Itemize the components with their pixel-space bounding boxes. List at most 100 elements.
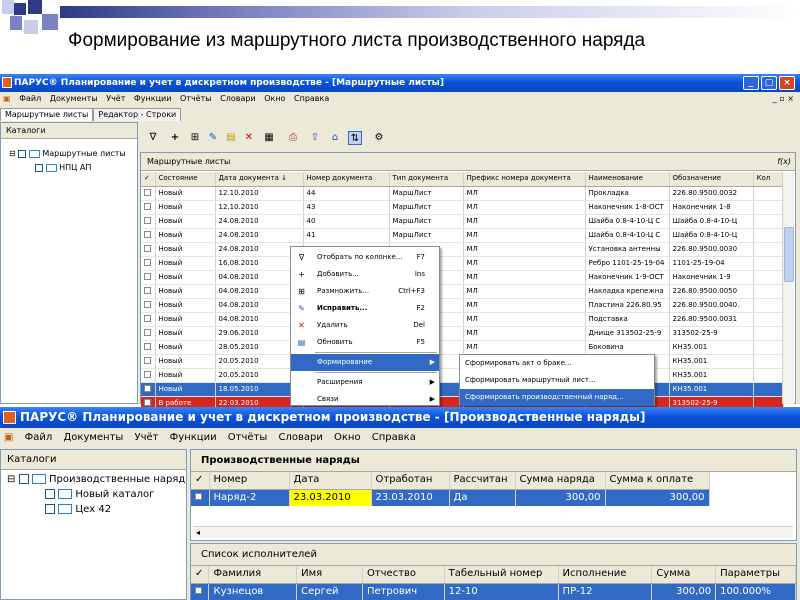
row-checkbox[interactable] (144, 231, 151, 238)
cell[interactable]: Новый (155, 354, 216, 369)
cell[interactable]: Наконечник 1-8 (669, 200, 754, 215)
doc-icon[interactable]: ▣ (0, 429, 17, 446)
row-checkbox-cell[interactable] (141, 326, 156, 341)
cell[interactable]: МаршЛист (389, 200, 464, 215)
column-header[interactable]: Исполнение (558, 566, 653, 584)
cell[interactable] (753, 354, 784, 369)
cell[interactable]: Шайба 0.8-4-10-Ц С (585, 214, 670, 229)
cell[interactable]: Новый (155, 186, 216, 201)
submenu-item[interactable]: Сформировать маршрутный лист... (460, 372, 654, 389)
column-header[interactable]: Номер (209, 472, 290, 490)
row-checkbox-cell[interactable] (141, 368, 156, 383)
table-row[interactable]: Наряд-2 23.03.2010 23.03.2010 Да 300,00 … (191, 489, 710, 506)
row-checkbox[interactable] (144, 287, 151, 294)
row-checkbox-cell[interactable] (141, 242, 156, 257)
cell[interactable]: МаршЛист (389, 228, 464, 243)
cell[interactable]: МЛ (463, 340, 586, 355)
column-header[interactable]: Тип документа (389, 172, 464, 187)
column-header[interactable]: Кол (753, 172, 784, 187)
cell[interactable]: 24.08.2010 (215, 214, 304, 229)
column-header[interactable]: Имя (296, 566, 363, 584)
row-checkbox-cell[interactable] (141, 256, 156, 271)
menu-file[interactable]: Файл (16, 92, 44, 106)
column-header[interactable]: Фамилия (208, 566, 298, 584)
cell[interactable]: Да (449, 489, 516, 506)
row-checkbox-cell[interactable] (141, 200, 156, 215)
cell[interactable]: Пластина 226.80.95 (585, 298, 670, 313)
cell[interactable]: Ребро 1101-25-19-04 (585, 256, 670, 271)
minimize-button[interactable]: _ (743, 76, 759, 90)
context-menu-item[interactable]: Формирование ▶ (291, 354, 439, 371)
check-column-header[interactable]: ✓ (141, 172, 156, 187)
cell[interactable]: Кузнецов (208, 583, 298, 600)
column-header[interactable]: Дата документа ↓ (215, 172, 304, 187)
context-menu-item[interactable]: ∇ Отобрать по колонке... F7 (291, 249, 439, 266)
cell[interactable]: Шайба 0.8-4-10-Ц (669, 214, 754, 229)
table-row[interactable]: Новый 24.08.2010 40 МаршЛист МЛ Шайба 0.8-4-1… (141, 214, 784, 229)
cell[interactable]: Новый (155, 256, 216, 271)
column-header[interactable]: Сумма наряда (515, 472, 606, 490)
menu-functions[interactable]: Функции (131, 92, 175, 106)
cell[interactable]: 100.000% (715, 583, 796, 600)
cell[interactable]: 44 (303, 186, 390, 201)
cell[interactable] (753, 326, 784, 341)
table-row[interactable]: Новый 04.08.2010 МЛ Подставка 226.80.9500.00… (141, 312, 784, 327)
row-checkbox-cell[interactable] (191, 489, 210, 506)
row-checkbox[interactable] (144, 343, 151, 350)
settings-icon[interactable]: ⚙ (372, 131, 386, 145)
copy-icon[interactable]: ⊞ (188, 131, 202, 145)
context-menu-item[interactable]: Связи ▶ (291, 391, 439, 408)
cell[interactable]: Новый (155, 340, 216, 355)
row-checkbox-cell[interactable] (141, 186, 156, 201)
tree-item-routing-sheets[interactable]: ⊟ Маршрутные листы (9, 149, 126, 158)
cell[interactable] (753, 256, 784, 271)
row-checkbox-cell[interactable] (141, 354, 156, 369)
row-checkbox[interactable] (144, 329, 151, 336)
menu-dictionaries[interactable]: Словари (274, 429, 326, 446)
print-icon[interactable]: ⎙ (286, 131, 300, 145)
cell[interactable] (753, 284, 784, 299)
cell[interactable]: Новый (155, 200, 216, 215)
row-checkbox[interactable] (144, 217, 151, 224)
expand-icon[interactable]: ⊟ (7, 474, 15, 485)
expand-icon[interactable]: ⊟ (9, 149, 16, 158)
cell[interactable]: 40 (303, 214, 390, 229)
cell[interactable]: Наряд-2 (209, 489, 290, 506)
add-icon[interactable]: + (168, 131, 182, 145)
upload-icon[interactable]: ⇧ (308, 131, 322, 145)
row-checkbox-cell[interactable] (141, 270, 156, 285)
cell[interactable]: Новый (155, 228, 216, 243)
context-menu-item[interactable]: ✎ Исправить... F2 (291, 300, 439, 317)
row-checkbox[interactable] (144, 301, 151, 308)
table-row[interactable]: Новый 04.08.2010 МЛ Накладка крепежна 226.80… (141, 284, 784, 299)
vertical-scrollbar[interactable] (782, 172, 794, 404)
row-checkbox-cell[interactable] (141, 228, 156, 243)
table-row[interactable]: Кузнецов Сергей Петрович 12-10 ПР-12 300… (191, 583, 796, 600)
tree-checkbox[interactable] (18, 474, 29, 484)
cell[interactable] (753, 298, 784, 313)
cell[interactable]: Петрович (362, 583, 445, 600)
cell[interactable]: МЛ (463, 270, 586, 285)
cell[interactable] (753, 200, 784, 215)
menu-help[interactable]: Справка (368, 429, 420, 446)
cell[interactable]: Новый (155, 284, 216, 299)
cell[interactable]: 313502-25-9 (669, 326, 754, 341)
tree-checkbox[interactable] (18, 149, 27, 158)
context-menu-item[interactable]: Расширения ▶ (291, 374, 439, 391)
row-checkbox-cell[interactable] (141, 214, 156, 229)
cell[interactable]: Новый (155, 312, 216, 327)
menu-documents[interactable]: Документы (59, 429, 127, 446)
cell[interactable]: Новый (155, 298, 216, 313)
menu-window[interactable]: Окно (330, 429, 365, 446)
cell[interactable]: МЛ (463, 200, 586, 215)
column-header[interactable]: Параметры (715, 566, 796, 584)
cell[interactable]: ПР-12 (558, 583, 653, 600)
cell[interactable]: 300,00 (651, 583, 717, 600)
table-row[interactable]: Новый 04.08.2010 МЛ Наконечник 1-9-ОСТ Након… (141, 270, 784, 285)
cell[interactable]: Шайба 0.8-4-10-Ц С (585, 228, 670, 243)
menu-functions[interactable]: Функции (166, 429, 221, 446)
cell[interactable]: Установка антенны (585, 242, 670, 257)
context-menu-item[interactable]: ✕ Удалить Del (291, 317, 439, 334)
cell[interactable]: 12.10.2010 (215, 186, 304, 201)
cell[interactable]: Наконечник 1-8-ОСТ (585, 200, 670, 215)
